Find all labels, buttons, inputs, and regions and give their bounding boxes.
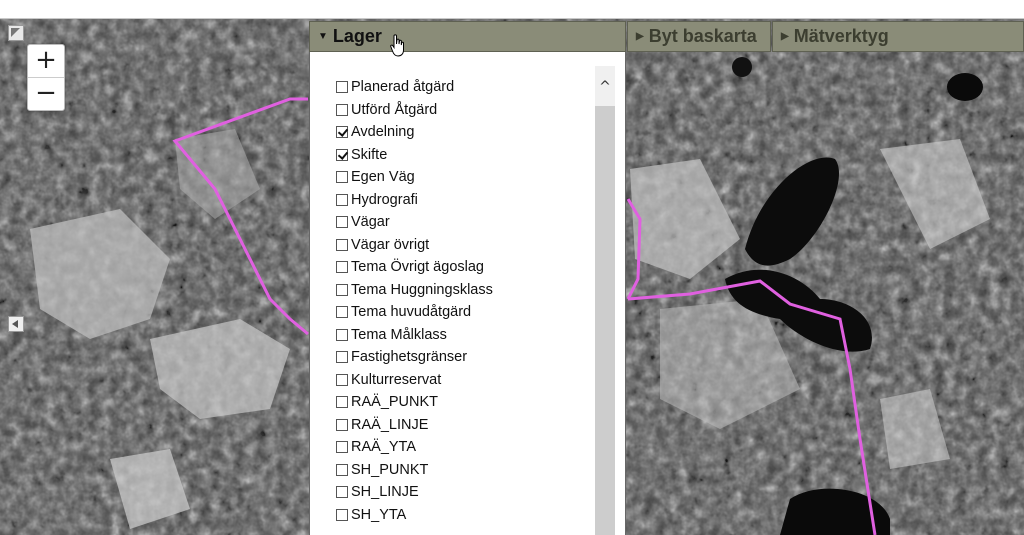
layer-item[interactable]: SH_PUNKT	[336, 459, 493, 482]
triangle-right-icon: ▶	[636, 31, 644, 42]
layer-checkbox[interactable]	[336, 441, 348, 454]
layer-label: SH_PUNKT	[351, 461, 429, 478]
layer-label: Planerad åtgärd	[351, 79, 455, 96]
map-corner-toggle-button[interactable]	[8, 25, 24, 41]
layer-label: Utförd Åtgärd	[351, 101, 438, 118]
corner-arrow-icon	[11, 28, 20, 37]
layer-label: SH_YTA	[351, 506, 407, 523]
layers-panel: Planerad åtgärd Utförd Åtgärd Avdelning Ski…	[309, 52, 626, 535]
layer-checkbox[interactable]	[336, 418, 348, 431]
hand-cursor-icon	[390, 34, 404, 57]
layer-label: Tema Övrigt ägoslag	[351, 259, 484, 276]
layer-item[interactable]: Avdelning	[336, 121, 493, 144]
arrow-left-icon	[12, 320, 18, 328]
layer-item[interactable]: Tema Huggningsklass	[336, 279, 493, 302]
layer-item[interactable]: Planerad åtgärd	[336, 76, 493, 99]
zoom-in-button[interactable]: +	[28, 45, 64, 77]
layer-label: Vägar	[351, 214, 390, 231]
layer-label: SH_LINJE	[351, 484, 419, 501]
layer-label: Tema Målklass	[351, 326, 447, 343]
layer-checkbox[interactable]	[336, 216, 348, 229]
layer-checkbox[interactable]	[336, 508, 348, 521]
layer-label: Vägar övrigt	[351, 236, 430, 253]
layer-label: Skifte	[351, 146, 388, 163]
layer-label: Tema huvudåtgärd	[351, 304, 472, 321]
zoom-out-button[interactable]: −	[28, 77, 64, 110]
layer-checkbox[interactable]	[336, 328, 348, 341]
layer-checkbox[interactable]	[336, 148, 348, 161]
layer-item[interactable]: SH_YTA	[336, 504, 493, 527]
layer-label: RAÄ_LINJE	[351, 416, 429, 433]
layer-item[interactable]: Tema huvudåtgärd	[336, 301, 493, 324]
layer-checkbox[interactable]	[336, 81, 348, 94]
layer-list: Planerad åtgärd Utförd Åtgärd Avdelning Ski…	[336, 76, 493, 526]
panel-collapse-button[interactable]	[8, 316, 24, 332]
layer-item[interactable]: Utförd Åtgärd	[336, 99, 493, 122]
layer-label: RAÄ_PUNKT	[351, 394, 439, 411]
layer-label: Avdelning	[351, 124, 415, 141]
scrollbar[interactable]: ^	[595, 66, 615, 535]
tab-byt-baskarta[interactable]: ▶ Byt baskarta	[627, 21, 771, 52]
layer-label: Fastighetsgränser	[351, 349, 468, 366]
layer-checkbox[interactable]	[336, 373, 348, 386]
layer-label: Kulturreservat	[351, 371, 442, 388]
layer-label: Egen Väg	[351, 169, 415, 186]
layer-checkbox[interactable]	[336, 283, 348, 296]
layer-item[interactable]: RAÄ_YTA	[336, 436, 493, 459]
layer-checkbox[interactable]	[336, 126, 348, 139]
layer-label: Hydrografi	[351, 191, 418, 208]
layer-checkbox[interactable]	[336, 396, 348, 409]
tool-tabs: ▼ Lager ▶ Byt baskarta ▶ Mätverktyg	[309, 21, 1024, 52]
layer-checkbox[interactable]	[336, 306, 348, 319]
layer-item[interactable]: Egen Väg	[336, 166, 493, 189]
triangle-down-icon: ▼	[318, 31, 328, 42]
lake	[947, 73, 983, 101]
tab-label: Byt baskarta	[648, 26, 757, 46]
layer-checkbox[interactable]	[336, 261, 348, 274]
layer-item[interactable]: Vägar	[336, 211, 493, 234]
layer-item[interactable]: Tema Övrigt ägoslag	[336, 256, 493, 279]
layer-checkbox[interactable]	[336, 238, 348, 251]
layer-item[interactable]: RAÄ_LINJE	[336, 414, 493, 437]
zoom-control: + −	[27, 44, 65, 111]
lake	[732, 57, 752, 77]
tab-label: Mätverktyg	[793, 26, 889, 46]
layer-checkbox[interactable]	[336, 486, 348, 499]
layer-checkbox[interactable]	[336, 463, 348, 476]
layer-checkbox[interactable]	[336, 193, 348, 206]
layer-item[interactable]: SH_LINJE	[336, 481, 493, 504]
triangle-right-icon: ▶	[781, 31, 789, 42]
layer-item[interactable]: Tema Målklass	[336, 324, 493, 347]
scroll-up-button[interactable]: ^	[595, 66, 615, 106]
tab-lager[interactable]: ▼ Lager	[309, 21, 626, 52]
tab-matverktyg[interactable]: ▶ Mätverktyg	[772, 21, 1024, 52]
layer-item[interactable]: Vägar övrigt	[336, 234, 493, 257]
tab-label: Lager	[332, 26, 382, 46]
layer-checkbox[interactable]	[336, 103, 348, 116]
layer-item[interactable]: Skifte	[336, 144, 493, 167]
layer-item[interactable]: Fastighetsgränser	[336, 346, 493, 369]
layer-label: Tema Huggningsklass	[351, 281, 493, 298]
layer-label: RAÄ_YTA	[351, 439, 417, 456]
layer-checkbox[interactable]	[336, 351, 348, 364]
layer-item[interactable]: RAÄ_PUNKT	[336, 391, 493, 414]
top-bar	[0, 0, 1024, 19]
layer-item[interactable]: Hydrografi	[336, 189, 493, 212]
layer-checkbox[interactable]	[336, 171, 348, 184]
layer-item[interactable]: Kulturreservat	[336, 369, 493, 392]
